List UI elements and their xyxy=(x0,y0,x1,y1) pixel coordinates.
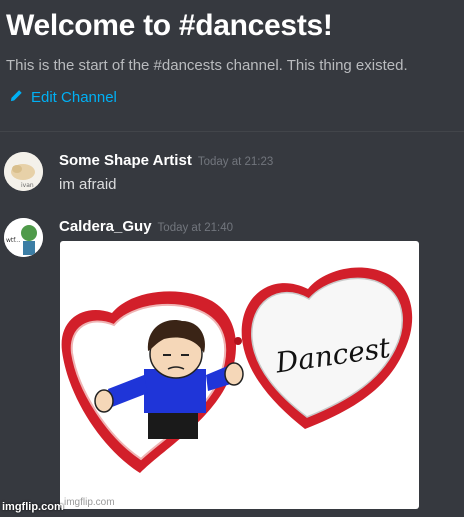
locket-meme-image: Dancest xyxy=(61,267,413,473)
timestamp: Today at 21:23 xyxy=(197,156,274,168)
page-watermark: imgflip.com xyxy=(2,501,64,513)
image-watermark: imgflip.com xyxy=(64,497,115,508)
welcome-title: Welcome to #dancests! xyxy=(6,9,333,42)
message-author-line: Caldera_Guy Today at 21:40 xyxy=(59,218,233,235)
author-name[interactable]: Some Shape Artist xyxy=(59,152,192,169)
welcome-subtitle: This is the start of the #dancests chann… xyxy=(6,57,408,74)
message-author-line: Some Shape Artist Today at 21:23 xyxy=(59,152,273,169)
avatar[interactable]: ivan xyxy=(4,152,43,191)
image-attachment[interactable]: Dancest imgflip.com xyxy=(60,241,419,509)
timestamp: Today at 21:40 xyxy=(157,222,233,234)
divider xyxy=(0,131,464,132)
avatar[interactable]: wtf... xyxy=(4,218,43,257)
edit-channel-label: Edit Channel xyxy=(31,89,117,106)
pencil-icon xyxy=(10,89,23,106)
edit-channel-button[interactable]: Edit Channel xyxy=(10,89,117,106)
message-text: im afraid xyxy=(59,176,117,193)
author-name[interactable]: Caldera_Guy xyxy=(59,218,152,235)
avatar-label: ivan xyxy=(21,182,34,189)
avatar-label: wtf... xyxy=(6,237,21,244)
